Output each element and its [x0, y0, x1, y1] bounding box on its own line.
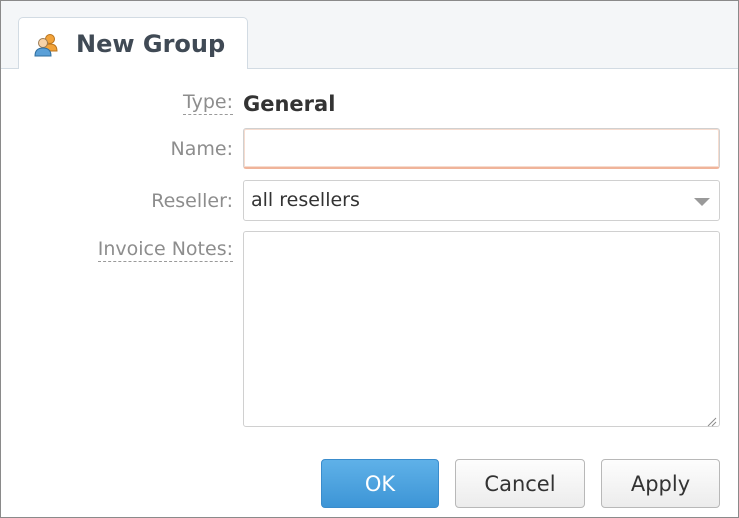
tab-new-group[interactable]: New Group — [18, 17, 248, 69]
name-label: Name: — [170, 138, 233, 160]
apply-button[interactable]: Apply — [601, 459, 720, 508]
invoice-notes-textarea[interactable] — [243, 231, 720, 427]
ok-button[interactable]: OK — [321, 459, 439, 508]
dialog-window: New Group Type: General Name: Reseller: … — [0, 0, 739, 518]
resize-grip-icon[interactable] — [705, 412, 717, 427]
reseller-label: Reseller: — [151, 190, 233, 212]
type-label: Type: — [182, 91, 233, 115]
invoice-notes-label: Invoice Notes: — [97, 238, 233, 262]
name-input[interactable] — [243, 128, 720, 169]
cancel-button[interactable]: Cancel — [455, 459, 585, 508]
type-value: General — [243, 92, 336, 116]
chevron-down-icon[interactable] — [694, 198, 710, 206]
user-group-icon — [34, 33, 60, 57]
reseller-selected-value: all resellers — [251, 189, 360, 211]
dialog-title: New Group — [76, 30, 226, 58]
tab-bar: New Group — [1, 1, 738, 69]
reseller-select[interactable]: all resellers — [243, 180, 720, 221]
